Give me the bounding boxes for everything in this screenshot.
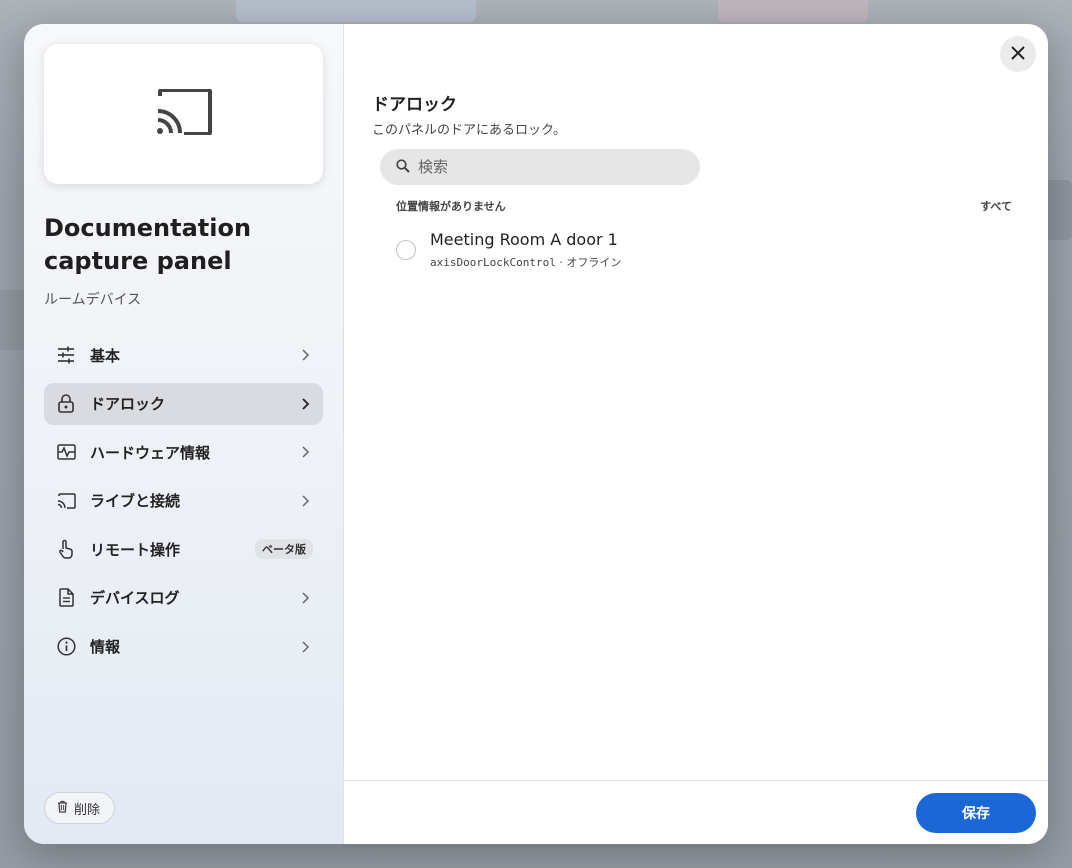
trash-icon <box>57 800 68 817</box>
lock-meta: axisDoorLockControl · オフライン <box>430 254 621 270</box>
sidebar-item-label: 基本 <box>90 346 121 365</box>
info-icon <box>56 637 76 657</box>
list-item[interactable]: Meeting Room A door 1 axisDoorLockContro… <box>396 228 1012 274</box>
page-title: ドアロック <box>372 95 457 115</box>
sidebar-nav: 基本 ドアロック ハードウェア情報 ライブと接続 リモート操作 ベータ版 デバイ… <box>44 334 323 674</box>
beta-badge: ベータ版 <box>255 539 313 560</box>
chevron-right-icon <box>299 397 313 411</box>
background-element <box>0 290 24 350</box>
sidebar-item-basic[interactable]: 基本 <box>44 334 323 376</box>
device-preview <box>44 44 323 184</box>
close-icon <box>1011 45 1025 64</box>
chevron-right-icon <box>299 445 313 459</box>
sidebar-item-label: リモート操作 <box>90 540 181 559</box>
device-settings-dialog: Documentation capture panel ルームデバイス 基本 ド… <box>24 24 1048 844</box>
lock-details: Meeting Room A door 1 axisDoorLockContro… <box>430 228 621 270</box>
cast-icon <box>56 491 76 511</box>
sidebar: Documentation capture panel ルームデバイス 基本 ド… <box>24 24 344 844</box>
lock-icon <box>56 394 76 414</box>
sidebar-item-live-connection[interactable]: ライブと接続 <box>44 480 323 522</box>
select-all-link[interactable]: すべて <box>980 198 1012 214</box>
chevron-right-icon <box>299 640 313 654</box>
sidebar-item-door-lock[interactable]: ドアロック <box>44 382 323 425</box>
sidebar-item-label: 情報 <box>90 638 121 657</box>
cast-icon <box>156 88 212 139</box>
lock-radio[interactable] <box>396 240 416 260</box>
sidebar-item-label: ドアロック <box>90 395 166 414</box>
lock-group-header: 位置情報がありません すべて <box>396 198 1012 214</box>
sidebar-item-device-log[interactable]: デバイスログ <box>44 577 323 619</box>
device-type: ルームデバイス <box>44 292 142 308</box>
lock-separator: · <box>559 256 563 269</box>
background-tab <box>718 0 868 22</box>
background-tab <box>236 0 476 22</box>
sidebar-item-label: ハードウェア情報 <box>90 443 211 462</box>
sidebar-item-label: デバイスログ <box>90 589 180 608</box>
chevron-right-icon <box>299 591 313 605</box>
sidebar-item-remote-control[interactable]: リモート操作 ベータ版 <box>44 528 323 570</box>
touch-icon <box>56 539 76 560</box>
device-name: Documentation capture panel <box>44 214 252 275</box>
search-icon <box>396 158 410 177</box>
search-input[interactable] <box>418 158 678 176</box>
chevron-right-icon <box>299 348 313 362</box>
sliders-icon <box>56 345 76 365</box>
document-icon <box>56 588 76 608</box>
chevron-right-icon <box>299 494 313 508</box>
sidebar-item-label: ライブと接続 <box>90 492 181 511</box>
delete-label: 削除 <box>74 802 101 818</box>
group-title: 位置情報がありません <box>396 200 506 213</box>
lock-type: axisDoorLockControl <box>430 256 556 269</box>
delete-button[interactable]: 削除 <box>44 792 116 824</box>
lock-status: オフライン <box>566 256 622 269</box>
dialog-footer: 保存 <box>344 780 1048 844</box>
close-button[interactable] <box>1000 36 1036 72</box>
sidebar-item-hardware-info[interactable]: ハードウェア情報 <box>44 431 323 473</box>
page-description: このパネルのドアにあるロック。 <box>372 123 566 138</box>
sidebar-item-info[interactable]: 情報 <box>44 626 323 668</box>
save-button[interactable]: 保存 <box>916 793 1036 833</box>
monitor-pulse-icon <box>56 442 76 462</box>
main-panel: ドアロック このパネルのドアにあるロック。 位置情報がありません すべて Mee… <box>344 24 1048 844</box>
search-field[interactable] <box>380 149 700 185</box>
lock-name: Meeting Room A door 1 <box>430 230 618 249</box>
